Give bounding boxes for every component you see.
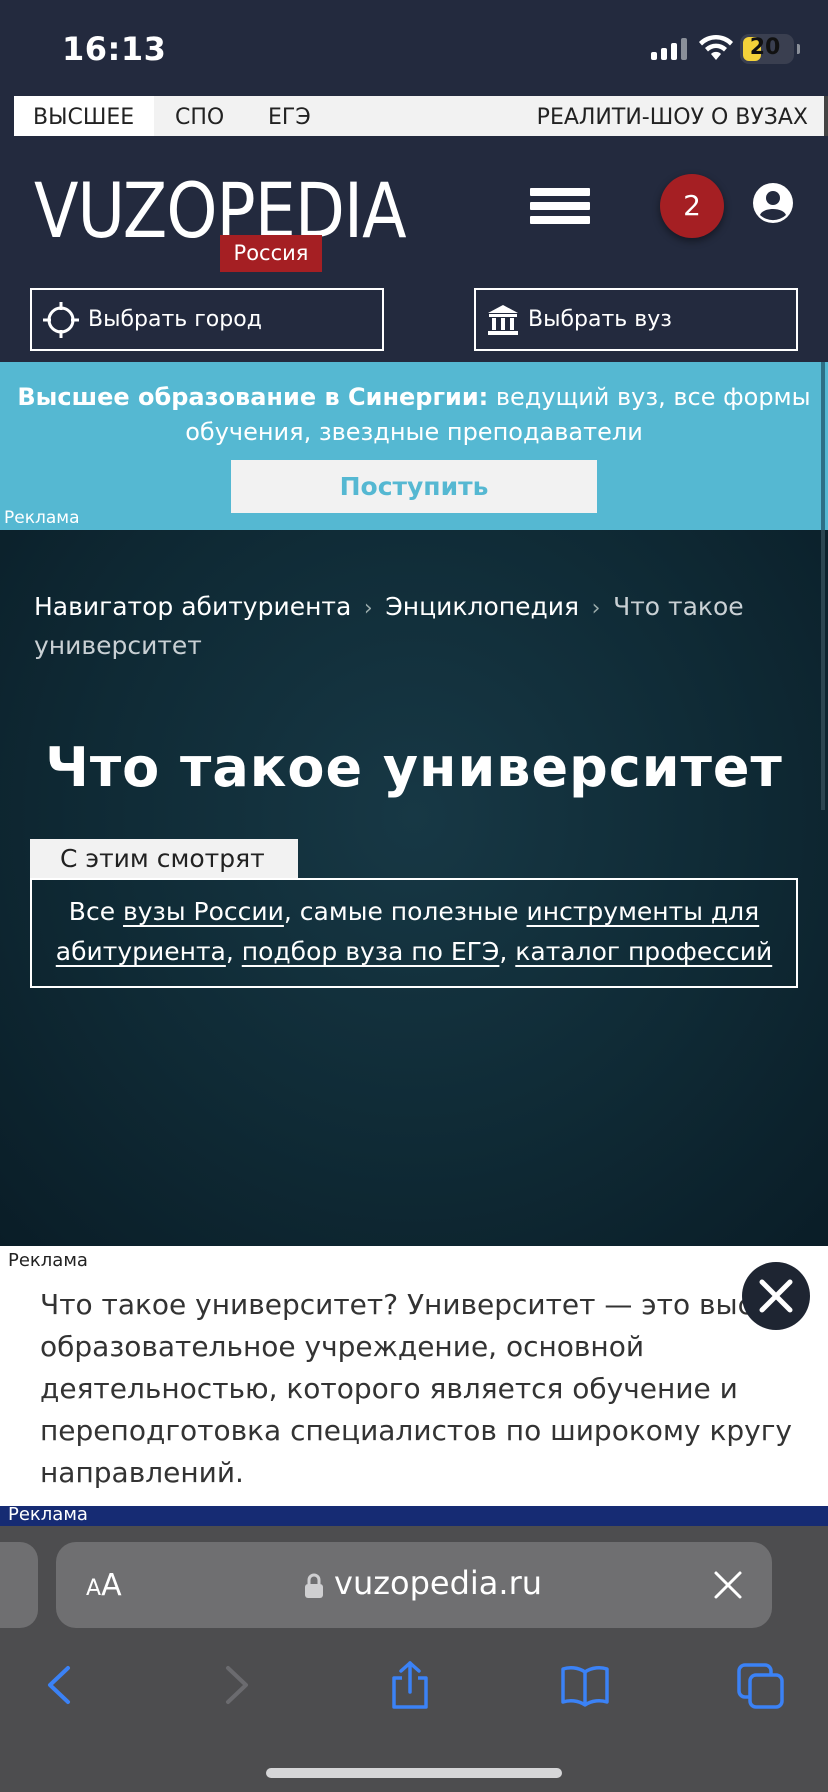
ad-banner[interactable]: Высшее образование в Синергии: ведущий в… <box>0 362 828 530</box>
article-intro: Реклама Что такое университет? Университ… <box>0 1246 828 1506</box>
close-icon <box>759 1279 793 1313</box>
forward-icon[interactable] <box>218 1660 254 1710</box>
text-size-button[interactable]: AA <box>86 1568 122 1603</box>
battery-level: 20 <box>749 35 781 60</box>
battery-icon: 20 <box>740 34 800 64</box>
breadcrumb: Навигатор абитуриента › Энциклопедия › Что т… <box>34 588 754 664</box>
clear-url-icon[interactable] <box>712 1569 744 1601</box>
site-header: VUZOPEDIA Россия 2 Выбрать город Выбрать… <box>0 136 828 362</box>
address-bar[interactable]: AA vuzopedia.ru <box>56 1542 772 1628</box>
link-professions-catalog[interactable]: каталог профессий <box>515 937 772 966</box>
top-nav: ВЫСШЕЕ СПО ЕГЭ РЕАЛИТИ-ШОУ О ВУЗАХ <box>0 96 828 136</box>
notifications-button[interactable]: 2 <box>660 174 724 238</box>
cellular-signal-icon <box>651 38 687 60</box>
scrollbar <box>821 362 825 530</box>
region-badge: Россия <box>220 235 322 272</box>
close-ad-button[interactable] <box>742 1262 810 1330</box>
enroll-button[interactable]: Поступить <box>231 460 597 513</box>
ad-label: Реклама <box>8 1250 88 1271</box>
see-also-tab: С этим смотрят <box>30 839 298 879</box>
lock-icon <box>305 1573 323 1598</box>
choose-university-label: Выбрать вуз <box>528 307 672 332</box>
tab-higher-education[interactable]: ВЫСШЕЕ <box>14 96 154 136</box>
see-also-box: Все вузы России, самые полезные инструме… <box>30 878 798 988</box>
status-time: 16:13 <box>62 30 167 68</box>
menu-icon[interactable] <box>530 188 590 224</box>
chevron-right-icon: › <box>591 596 601 621</box>
ad-strip: Реклама <box>0 1504 828 1526</box>
ad-banner-text: Высшее образование в Синергии: ведущий в… <box>17 383 811 446</box>
ad-label: Реклама <box>8 1504 88 1525</box>
ad-label: Реклама <box>4 508 80 528</box>
home-indicator[interactable] <box>266 1768 562 1778</box>
link-ege-selection[interactable]: подбор вуза по ЕГЭ <box>242 937 500 966</box>
breadcrumb-navigator[interactable]: Навигатор абитуриента <box>34 592 351 621</box>
article-text: Что такое университет? Университет — это… <box>40 1288 796 1489</box>
url-text: vuzopedia.ru <box>334 1564 543 1602</box>
tab-spo[interactable]: СПО <box>175 96 224 136</box>
bookmarks-icon[interactable] <box>560 1660 610 1710</box>
tab-ege[interactable]: ЕГЭ <box>268 96 311 136</box>
scrollbar <box>821 530 825 810</box>
chevron-right-icon: › <box>363 596 373 621</box>
scrollbar <box>824 96 828 136</box>
choose-city-button[interactable]: Выбрать город <box>30 288 384 351</box>
hero-section: Навигатор абитуриента › Энциклопедия › Что т… <box>0 530 828 1246</box>
choose-university-button[interactable]: Выбрать вуз <box>474 288 798 351</box>
previous-tab-preview[interactable] <box>0 1542 38 1628</box>
share-icon[interactable] <box>388 1660 432 1710</box>
link-universities-russia[interactable]: вузы России <box>123 897 284 926</box>
back-icon[interactable] <box>42 1660 78 1710</box>
breadcrumb-encyclopedia[interactable]: Энциклопедия <box>385 592 579 621</box>
crosshair-icon <box>43 301 79 338</box>
wifi-icon <box>699 34 733 60</box>
page-title: Что такое университет <box>45 736 783 799</box>
safari-toolbar: AA vuzopedia.ru <box>0 1526 828 1792</box>
link-tools-line1[interactable]: инструменты для <box>527 897 760 926</box>
link-tools-line2[interactable]: абитуриента <box>56 937 226 966</box>
tabs-icon[interactable] <box>736 1660 786 1710</box>
university-icon <box>488 304 518 335</box>
choose-city-label: Выбрать город <box>88 307 262 332</box>
reality-show-link[interactable]: РЕАЛИТИ-ШОУ О ВУЗАХ <box>537 96 808 136</box>
ios-status-bar: 16:13 20 <box>0 0 828 96</box>
user-account-icon[interactable] <box>752 182 794 224</box>
